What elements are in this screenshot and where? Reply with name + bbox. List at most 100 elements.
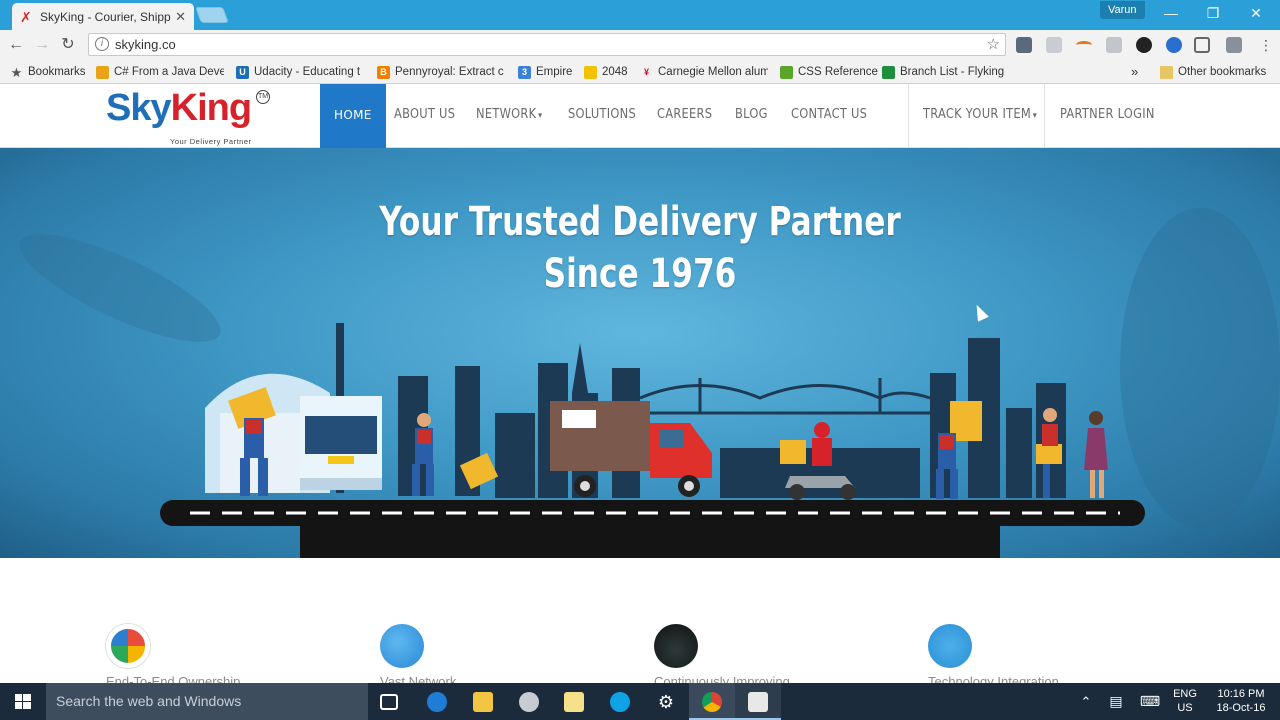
windows-logo-icon bbox=[15, 694, 31, 709]
bookmark-label: C# From a Java Devel bbox=[114, 66, 224, 78]
url-text: skyking.co bbox=[115, 37, 176, 52]
reload-icon[interactable]: ↻ bbox=[58, 35, 78, 55]
nav-home[interactable]: HOME bbox=[320, 84, 386, 148]
file-explorer-icon[interactable] bbox=[473, 692, 493, 712]
nav-network[interactable]: NETWORK ▾ bbox=[476, 84, 542, 148]
bookmark-item[interactable]: 2048 bbox=[584, 64, 628, 80]
bookmarks-menu[interactable]: ★ Bookmarks bbox=[10, 64, 86, 80]
logo-sky-text: Sky bbox=[106, 87, 172, 129]
taskbar-window-button[interactable] bbox=[735, 683, 781, 720]
extension-icon[interactable] bbox=[1136, 37, 1152, 53]
feature-item[interactable]: Technology Integration bbox=[928, 624, 1148, 689]
task-view-icon[interactable] bbox=[380, 694, 398, 710]
hero-heading-line2: Since 1976 bbox=[543, 251, 737, 297]
bookmark-label: Udacity - Educating t bbox=[254, 66, 361, 78]
settings-gear-icon[interactable]: ⚙ bbox=[656, 692, 676, 712]
features-section: End-To-End Ownership Vast Network Contin… bbox=[0, 558, 1280, 689]
keyboard-icon[interactable]: ⌨ bbox=[1138, 683, 1162, 720]
taskbar-app-icon[interactable] bbox=[519, 692, 539, 712]
bookmark-item[interactable]: C# From a Java Devel bbox=[96, 64, 224, 80]
bookmark-item[interactable]: ¥ Carnegie Mellon alum bbox=[640, 64, 768, 80]
caret-down-icon: ▾ bbox=[538, 111, 543, 121]
blogger-icon: B bbox=[377, 65, 390, 79]
bookmark-star-icon[interactable]: ☆ bbox=[987, 34, 1000, 55]
browser-titlebar: ✗ SkyKing - Courier, Shippi ✕ Varun — ❐ … bbox=[0, 0, 1280, 30]
caret-down-icon: ▾ bbox=[1032, 111, 1037, 121]
bookmark-label: Carnegie Mellon alum bbox=[658, 66, 768, 78]
taskbar-search-input[interactable]: Search the web and Windows bbox=[46, 683, 368, 720]
bookmark-item[interactable]: Branch List - Flyking bbox=[882, 64, 1004, 80]
bookmark-item[interactable]: CSS Reference bbox=[780, 64, 878, 80]
forward-arrow-icon[interactable]: → bbox=[32, 35, 52, 55]
back-arrow-icon[interactable]: ← bbox=[6, 35, 26, 55]
minimize-button[interactable]: — bbox=[1149, 2, 1193, 24]
skype-icon[interactable] bbox=[610, 692, 630, 712]
bookmarks-bar: ★ Bookmarks C# From a Java Devel U Udaci… bbox=[0, 59, 1280, 84]
folder-icon bbox=[1160, 65, 1173, 79]
nav-track-label: TRACK YOUR ITEM bbox=[923, 107, 1031, 122]
windows-start-button[interactable] bbox=[0, 683, 46, 720]
skyking-logo[interactable]: SkyKing TM Your Delivery Partner bbox=[106, 88, 276, 146]
close-window-button[interactable]: ✕ bbox=[1234, 2, 1278, 24]
other-bookmarks[interactable]: Other bookmarks bbox=[1160, 64, 1266, 80]
language-indicator[interactable]: ENG US bbox=[1168, 683, 1202, 720]
browser-tab[interactable]: ✗ SkyKing - Courier, Shippi ✕ bbox=[12, 3, 194, 30]
nav-contact-us[interactable]: CONTACT US bbox=[791, 84, 867, 148]
clock-date: 18-Oct-16 bbox=[1216, 702, 1266, 714]
windows-taskbar: Search the web and Windows ⚙ ⌃ ▤ ⌨ ENG U… bbox=[0, 683, 1280, 720]
extension-icon[interactable] bbox=[1226, 37, 1242, 53]
nav-blog[interactable]: BLOG bbox=[735, 84, 768, 148]
bookmark-item[interactable]: B Pennyroyal: Extract c bbox=[377, 64, 505, 80]
bookmark-favicon-icon: ¥ bbox=[643, 66, 649, 77]
folder-app-icon[interactable] bbox=[564, 692, 584, 712]
cast-icon[interactable] bbox=[1194, 37, 1210, 53]
bookmark-label: 2048 bbox=[602, 66, 628, 78]
nav-track-your-item[interactable]: TRACK YOUR ITEM ▾ bbox=[923, 84, 1037, 148]
nav-partner-login[interactable]: PARTNER LOGIN bbox=[1060, 84, 1155, 148]
profile-badge[interactable]: Varun bbox=[1100, 1, 1145, 19]
bookmarks-overflow-button[interactable]: » bbox=[1131, 64, 1138, 80]
dropbox-icon[interactable] bbox=[1106, 37, 1122, 53]
bookmark-label: Pennyroyal: Extract c bbox=[395, 66, 504, 78]
window-app-icon bbox=[748, 692, 768, 712]
bookmark-item[interactable]: 3 Empire bbox=[518, 64, 572, 80]
notification-icon[interactable]: ▤ bbox=[1106, 683, 1126, 720]
feature-item[interactable]: Continuously Improving bbox=[654, 624, 874, 689]
lang-text: ENG bbox=[1173, 688, 1197, 700]
edge-browser-icon[interactable] bbox=[427, 692, 447, 712]
feature-item[interactable]: End-To-End Ownership bbox=[106, 624, 326, 689]
menu-kebab-icon[interactable]: ⋮ bbox=[1256, 35, 1276, 55]
bookmark-item[interactable]: U Udacity - Educating t bbox=[236, 64, 364, 80]
nav-divider bbox=[1044, 84, 1045, 148]
address-bar[interactable]: i skyking.co ☆ bbox=[88, 33, 1006, 56]
tab-close-icon[interactable]: ✕ bbox=[175, 9, 186, 25]
site-info-icon[interactable]: i bbox=[95, 37, 109, 51]
logo-king-text: King bbox=[170, 87, 252, 129]
hero-heading: Your Trusted Delivery Partner Since 1976 bbox=[141, 196, 1139, 300]
bookmark-label: Empire bbox=[536, 66, 573, 78]
bookmark-favicon-icon bbox=[584, 65, 597, 79]
tray-chevron-up-icon[interactable]: ⌃ bbox=[1076, 683, 1096, 720]
hero-banner: Your Trusted Delivery Partner Since 1976 bbox=[0, 148, 1280, 558]
trademark-mark: TM bbox=[256, 90, 270, 104]
sheets-icon bbox=[882, 65, 895, 79]
bookmark-label: CSS Reference bbox=[798, 66, 878, 78]
udacity-icon: U bbox=[236, 65, 249, 79]
bookmark-favicon-icon bbox=[96, 65, 109, 79]
extension-icon[interactable] bbox=[1016, 37, 1032, 53]
new-tab-button[interactable] bbox=[195, 7, 229, 23]
extension-icon[interactable] bbox=[1076, 41, 1092, 49]
clock[interactable]: 10:16 PM 18-Oct-16 bbox=[1206, 683, 1276, 720]
tab-title: SkyKing - Courier, Shippi bbox=[40, 9, 172, 24]
feature-item[interactable]: Vast Network bbox=[380, 624, 600, 689]
extension-icon[interactable] bbox=[1046, 37, 1062, 53]
nav-solutions[interactable]: SOLUTIONS bbox=[568, 84, 636, 148]
nav-divider bbox=[908, 84, 909, 148]
nav-careers[interactable]: CAREERS bbox=[657, 84, 712, 148]
extension-icon[interactable] bbox=[1166, 37, 1182, 53]
other-bookmarks-label: Other bookmarks bbox=[1178, 66, 1267, 78]
nav-about-us[interactable]: ABOUT US bbox=[394, 84, 455, 148]
maximize-button[interactable]: ❐ bbox=[1191, 2, 1235, 24]
bookmark-favicon-icon bbox=[780, 65, 793, 79]
chrome-taskbar-button[interactable] bbox=[689, 683, 735, 720]
